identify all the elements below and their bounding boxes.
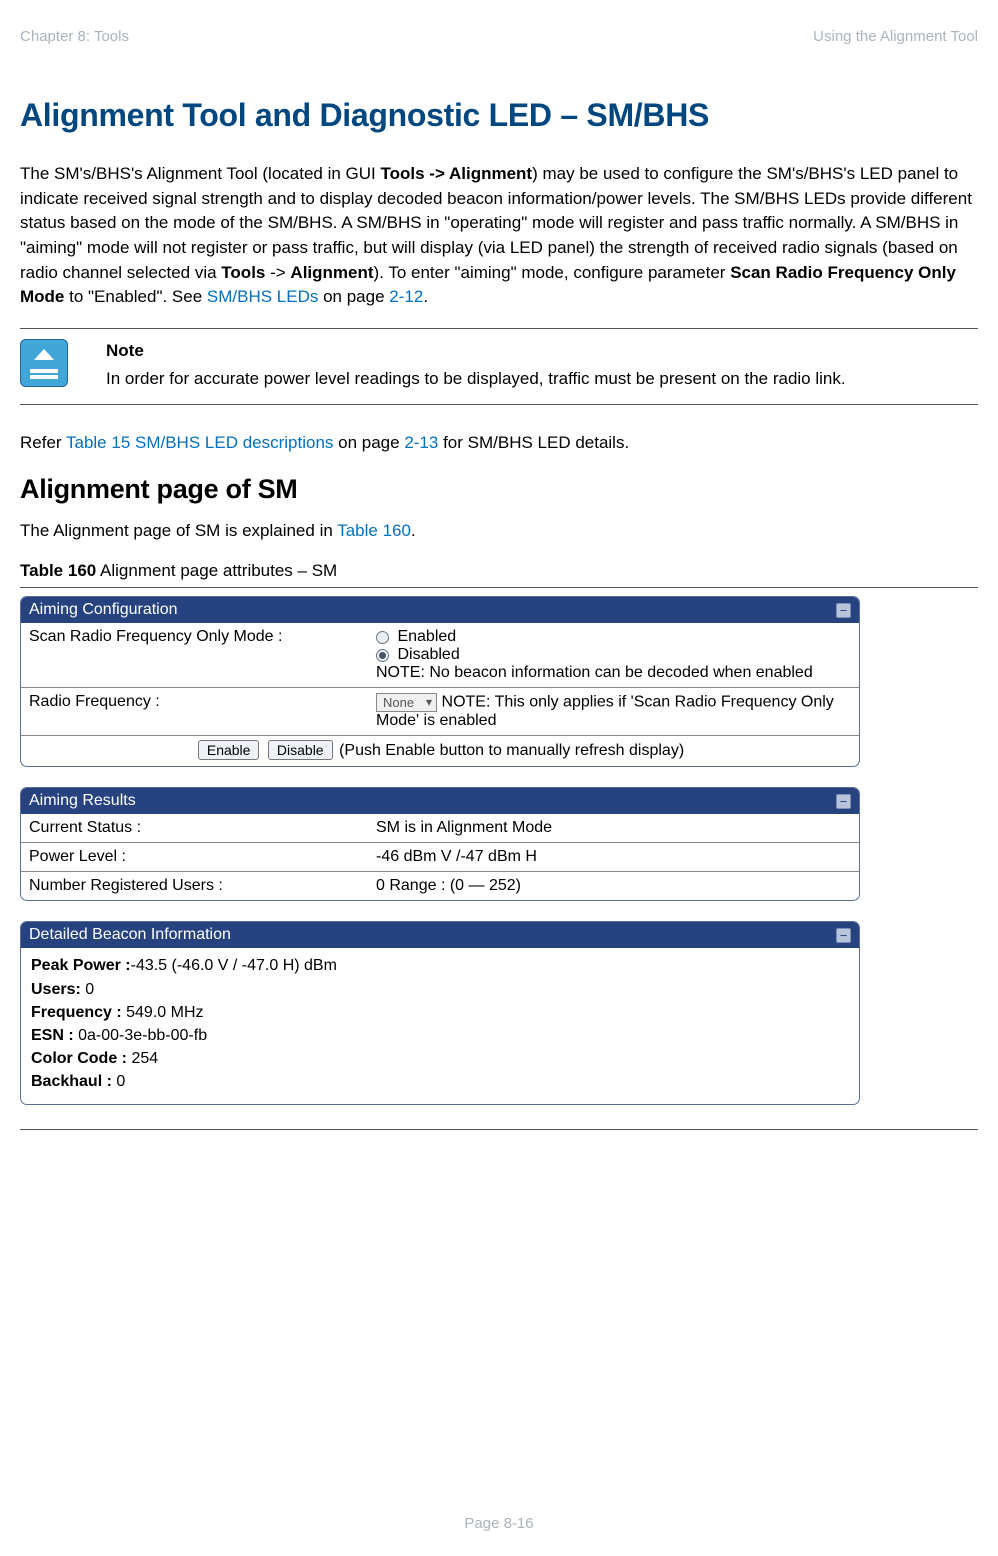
radio-frequency-label: Radio Frequency : [21,688,376,735]
detailed-beacon-panel: Detailed Beacon Information − Peak Power… [20,921,860,1104]
radio-disabled[interactable] [376,649,389,662]
result-label: Number Registered Users : [21,872,376,900]
scan-mode-note: NOTE: No beacon information can be decod… [376,664,855,682]
text: to "Enabled". See [64,287,207,306]
beacon-body: Peak Power :-43.5 (-46.0 V / -47.0 H) dB… [21,948,859,1103]
table-caption: Table 160 Alignment page attributes – SM [20,561,978,581]
text: -> [265,263,290,282]
beacon-value: 0 [81,981,94,998]
collapse-icon[interactable]: − [836,603,851,618]
text: ). To enter "aiming" mode, configure par… [374,263,731,282]
collapse-icon[interactable]: − [836,928,851,943]
radio-frequency-note: NOTE: This only applies if 'Scan Radio F… [376,694,834,729]
text: The SM's/BHS's Alignment Tool (located i… [20,164,381,183]
result-value: 0 Range : (0 — 252) [376,872,859,900]
refer-paragraph: Refer Table 15 SM/BHS LED descriptions o… [20,431,978,456]
intro-paragraph: The SM's/BHS's Alignment Tool (located i… [20,162,978,310]
link-table15[interactable]: Table 15 SM/BHS LED descriptions [66,433,333,452]
text: The Alignment page of SM is explained in [20,521,337,540]
result-label: Power Level : [21,843,376,871]
page-title: Alignment Tool and Diagnostic LED – SM/B… [20,97,978,134]
beacon-value: 549.0 MHz [122,1004,204,1021]
beacon-key: Peak Power : [31,957,131,974]
result-value: SM is in Alignment Mode [376,814,859,842]
beacon-value: -43.5 (-46.0 V / -47.0 H) dBm [131,957,337,974]
radio-enabled-label: Enabled [397,628,456,645]
page-number: Page 8-16 [0,1515,998,1532]
text: . [423,287,428,306]
beacon-key: Color Code : [31,1050,127,1067]
beacon-key: Users: [31,981,81,998]
beacon-value: 0a-00-3e-bb-00-fb [74,1027,207,1044]
header-left: Chapter 8: Tools [20,28,129,45]
scan-mode-label: Scan Radio Frequency Only Mode : [21,623,376,687]
text: on page [333,433,404,452]
text: for SM/BHS LED details. [438,433,629,452]
section-heading: Alignment page of SM [20,474,978,505]
result-row: Current Status : SM is in Alignment Mode [21,814,859,843]
aiming-configuration-panel: Aiming Configuration − Scan Radio Freque… [20,596,860,767]
result-row: Power Level : -46 dBm V /-47 dBm H [21,843,859,872]
header-right: Using the Alignment Tool [813,28,978,45]
note-heading: Note [106,339,970,364]
button-hint: (Push Enable button to manually refresh … [339,742,684,759]
link-table160[interactable]: Table 160 [337,521,411,540]
text-bold: Tools [221,263,265,282]
link-page-212[interactable]: 2-12 [389,287,423,306]
text: Refer [20,433,66,452]
result-row: Number Registered Users : 0 Range : (0 —… [21,872,859,900]
result-label: Current Status : [21,814,376,842]
caption-rule [20,587,978,588]
radio-disabled-label: Disabled [397,646,459,663]
panel-title: Aiming Configuration [29,601,178,619]
text: . [411,521,416,540]
beacon-key: Frequency : [31,1004,122,1021]
result-value: -46 dBm V /-47 dBm H [376,843,859,871]
panel-title: Aiming Results [29,792,136,810]
radio-enabled[interactable] [376,631,389,644]
caption-number: Table 160 [20,561,96,580]
note-icon [20,339,68,387]
beacon-value: 254 [127,1050,158,1067]
note-body: In order for accurate power level readin… [106,369,846,388]
text-bold: Alignment [290,263,373,282]
footer-rule [20,1129,978,1130]
radio-frequency-select[interactable]: None [376,693,437,712]
disable-button[interactable]: Disable [268,740,333,760]
figure-table160: Aiming Configuration − Scan Radio Freque… [20,596,860,1104]
collapse-icon[interactable]: − [836,794,851,809]
text-bold: Tools -> Alignment [381,164,533,183]
beacon-value: 0 [112,1073,125,1090]
panel-title: Detailed Beacon Information [29,926,231,944]
link-page-213[interactable]: 2-13 [404,433,438,452]
enable-button[interactable]: Enable [198,740,260,760]
caption-text: Alignment page attributes – SM [96,561,337,580]
beacon-key: ESN : [31,1027,74,1044]
aiming-results-panel: Aiming Results − Current Status : SM is … [20,787,860,901]
text: on page [318,287,389,306]
link-smbhs-leds[interactable]: SM/BHS LEDs [207,287,318,306]
beacon-key: Backhaul : [31,1073,112,1090]
explain-paragraph: The Alignment page of SM is explained in… [20,519,978,544]
note-block: Note In order for accurate power level r… [20,328,978,405]
